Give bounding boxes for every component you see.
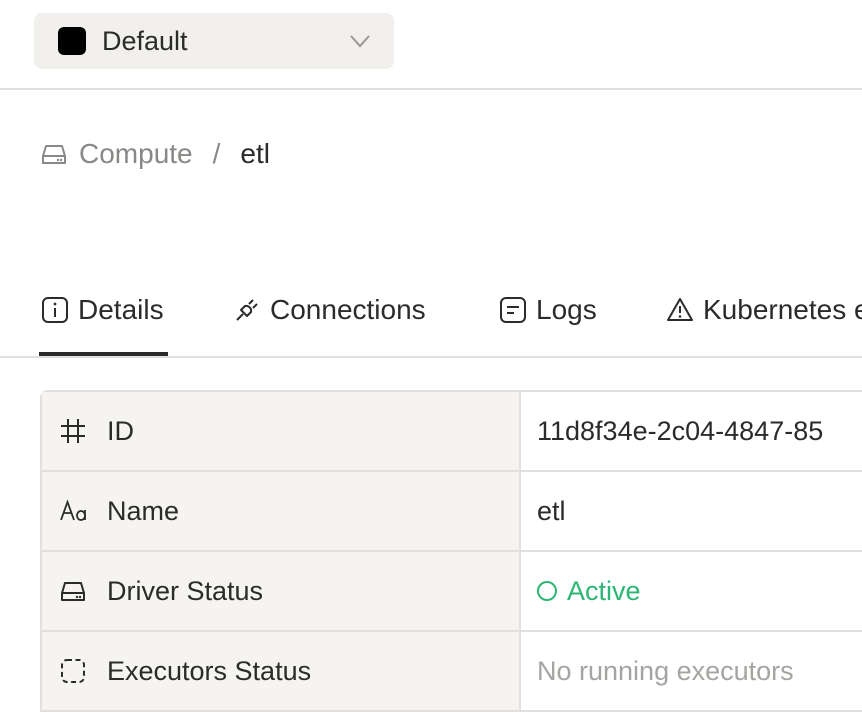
tab-logs[interactable]: Logs	[498, 290, 597, 356]
details-label-cell: Name	[42, 472, 521, 550]
breadcrumb-parent-link[interactable]: Compute	[79, 138, 193, 170]
breadcrumb-current: etl	[240, 138, 270, 169]
details-row-driver-status: Driver Status Active	[42, 552, 862, 632]
details-label: ID	[107, 415, 134, 446]
driver-status-badge: Active	[537, 576, 641, 607]
dashed-square-icon	[61, 659, 85, 683]
workspace-swatch	[58, 27, 86, 55]
tab-kubernetes-label: Kubernetes e	[703, 294, 862, 325]
details-row-executors-status: Executors Status No running executors	[42, 632, 862, 710]
driver-status-value: Active	[567, 575, 641, 606]
log-icon	[500, 297, 526, 323]
chevron-down-icon	[350, 35, 370, 48]
details-row-id: ID 11d8f34e-2c04-4847-85	[42, 392, 862, 472]
breadcrumb: Compute / etl	[39, 136, 270, 172]
drive-icon	[42, 145, 66, 164]
tab-details[interactable]: Details	[40, 290, 164, 356]
text-icon	[60, 499, 86, 521]
tab-details-label: Details	[78, 294, 164, 325]
info-icon	[42, 297, 68, 323]
warning-icon	[667, 298, 693, 321]
executors-status-value: No running executors	[537, 655, 794, 686]
drive-icon	[61, 582, 85, 601]
active-tab-indicator	[39, 352, 168, 356]
top-header: Default	[0, 0, 862, 90]
details-label-cell: ID	[42, 392, 521, 470]
details-label: Executors Status	[107, 655, 312, 686]
details-value-cell: No running executors	[521, 632, 862, 710]
details-value-cell: 11d8f34e-2c04-4847-85	[521, 392, 862, 470]
cluster-name-value: etl	[537, 495, 566, 526]
status-circle-icon	[537, 581, 557, 601]
details-label: Name	[107, 495, 180, 526]
details-label-cell: Executors Status	[42, 632, 521, 710]
breadcrumb-separator: /	[212, 138, 221, 169]
tab-connections[interactable]: Connections	[232, 290, 426, 356]
cluster-id-value: 11d8f34e-2c04-4847-85	[537, 415, 824, 446]
workspace-name: Default	[102, 25, 188, 56]
details-table: ID 11d8f34e-2c04-4847-85 Name etl Driver	[40, 390, 862, 712]
plug-icon	[236, 299, 258, 321]
workspace-selector[interactable]: Default	[34, 13, 394, 69]
hash-icon	[61, 419, 85, 443]
tab-connections-label: Connections	[270, 294, 426, 325]
details-row-name: Name etl	[42, 472, 862, 552]
tab-logs-label: Logs	[536, 294, 597, 325]
tab-kubernetes[interactable]: Kubernetes e	[665, 290, 862, 356]
details-label: Driver Status	[107, 575, 264, 606]
details-value-cell: etl	[521, 472, 862, 550]
details-label-cell: Driver Status	[42, 552, 521, 630]
tab-bar: Details Connections Logs Kubernetes e	[0, 290, 862, 358]
details-value-cell: Active	[521, 552, 862, 630]
